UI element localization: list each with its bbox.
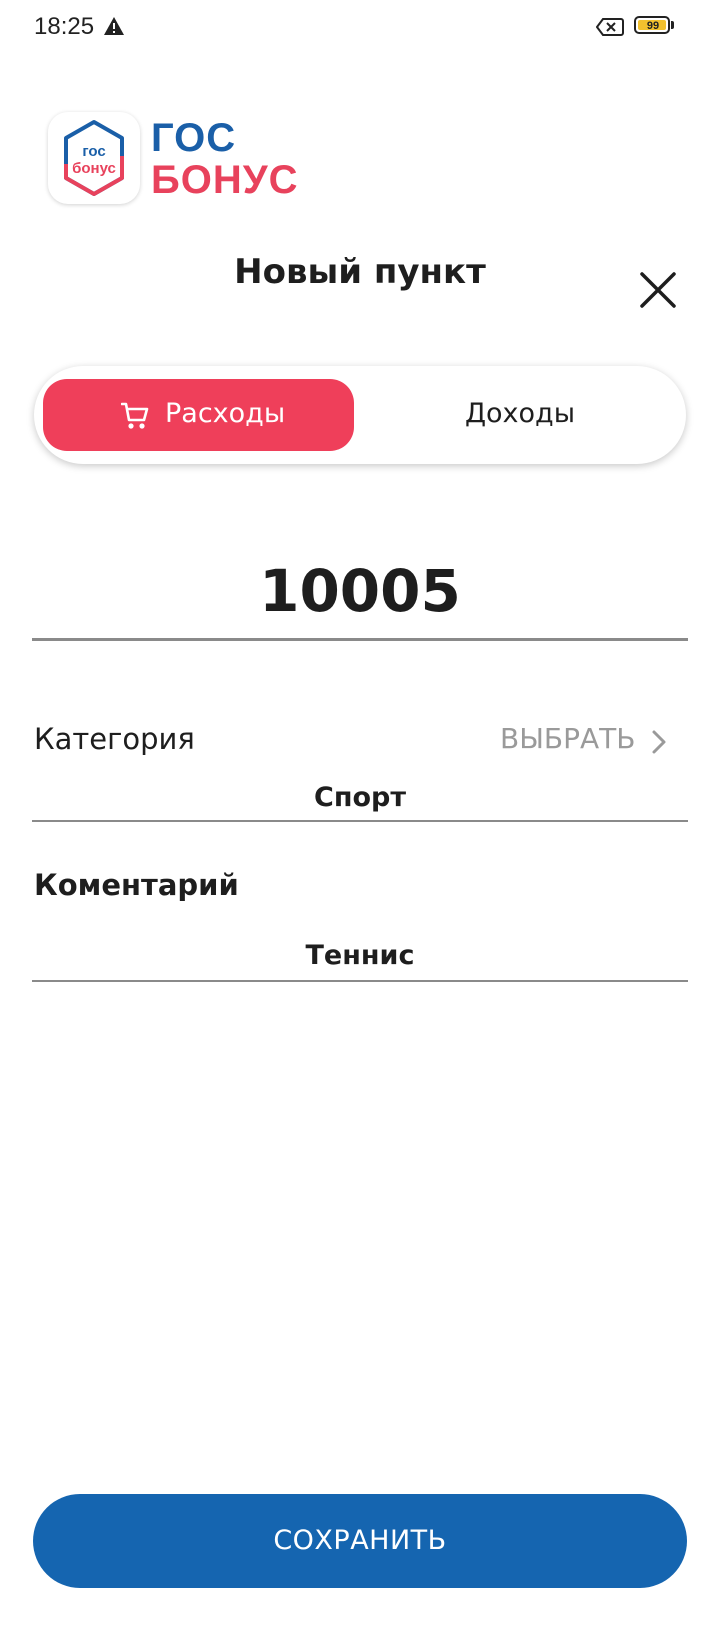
comment-label: Коментарий: [34, 868, 239, 902]
no-sim-icon: [596, 18, 624, 36]
choose-category-label: ВЫБРАТЬ: [500, 722, 636, 755]
choose-category-button[interactable]: ВЫБРАТЬ: [500, 722, 680, 762]
warning-icon: [104, 17, 124, 35]
status-bar: 18:25 99: [0, 0, 720, 56]
logo-icon-text-bottom: бонус: [72, 160, 116, 177]
save-button[interactable]: СОХРАНИТЬ: [33, 1494, 687, 1588]
amount-input[interactable]: 10005: [32, 556, 688, 626]
logo-icon-text-top: гос: [82, 143, 105, 160]
type-toggle: Расходы Доходы: [34, 366, 686, 464]
comment-input[interactable]: Теннис: [32, 940, 688, 971]
category-underline: [32, 820, 688, 822]
battery-level: 99: [646, 20, 660, 32]
tab-income-label: Доходы: [464, 398, 576, 429]
tab-expenses-label: Расходы: [165, 398, 286, 429]
page-title: Новый пункт: [234, 252, 486, 292]
category-value: Спорт: [314, 782, 406, 813]
close-icon[interactable]: [636, 268, 680, 312]
amount-underline: [32, 638, 688, 641]
tab-expenses[interactable]: Расходы: [43, 379, 354, 451]
save-button-label: СОХРАНИТЬ: [273, 1525, 447, 1556]
logo-word-top: ГОС: [151, 116, 237, 160]
logo-badge-icon: гос бонус: [48, 112, 140, 204]
category-label: Категория: [34, 722, 195, 756]
tab-income[interactable]: Доходы: [364, 379, 676, 451]
cart-icon: [121, 402, 149, 429]
logo-word-bottom: БОНУС: [151, 158, 299, 202]
comment-underline: [32, 980, 688, 982]
status-time: 18:25: [34, 13, 95, 40]
battery-icon: 99: [634, 16, 674, 36]
chevron-right-icon: [652, 730, 666, 754]
app-logo: гос бонус ГОС БОНУС: [48, 112, 348, 208]
